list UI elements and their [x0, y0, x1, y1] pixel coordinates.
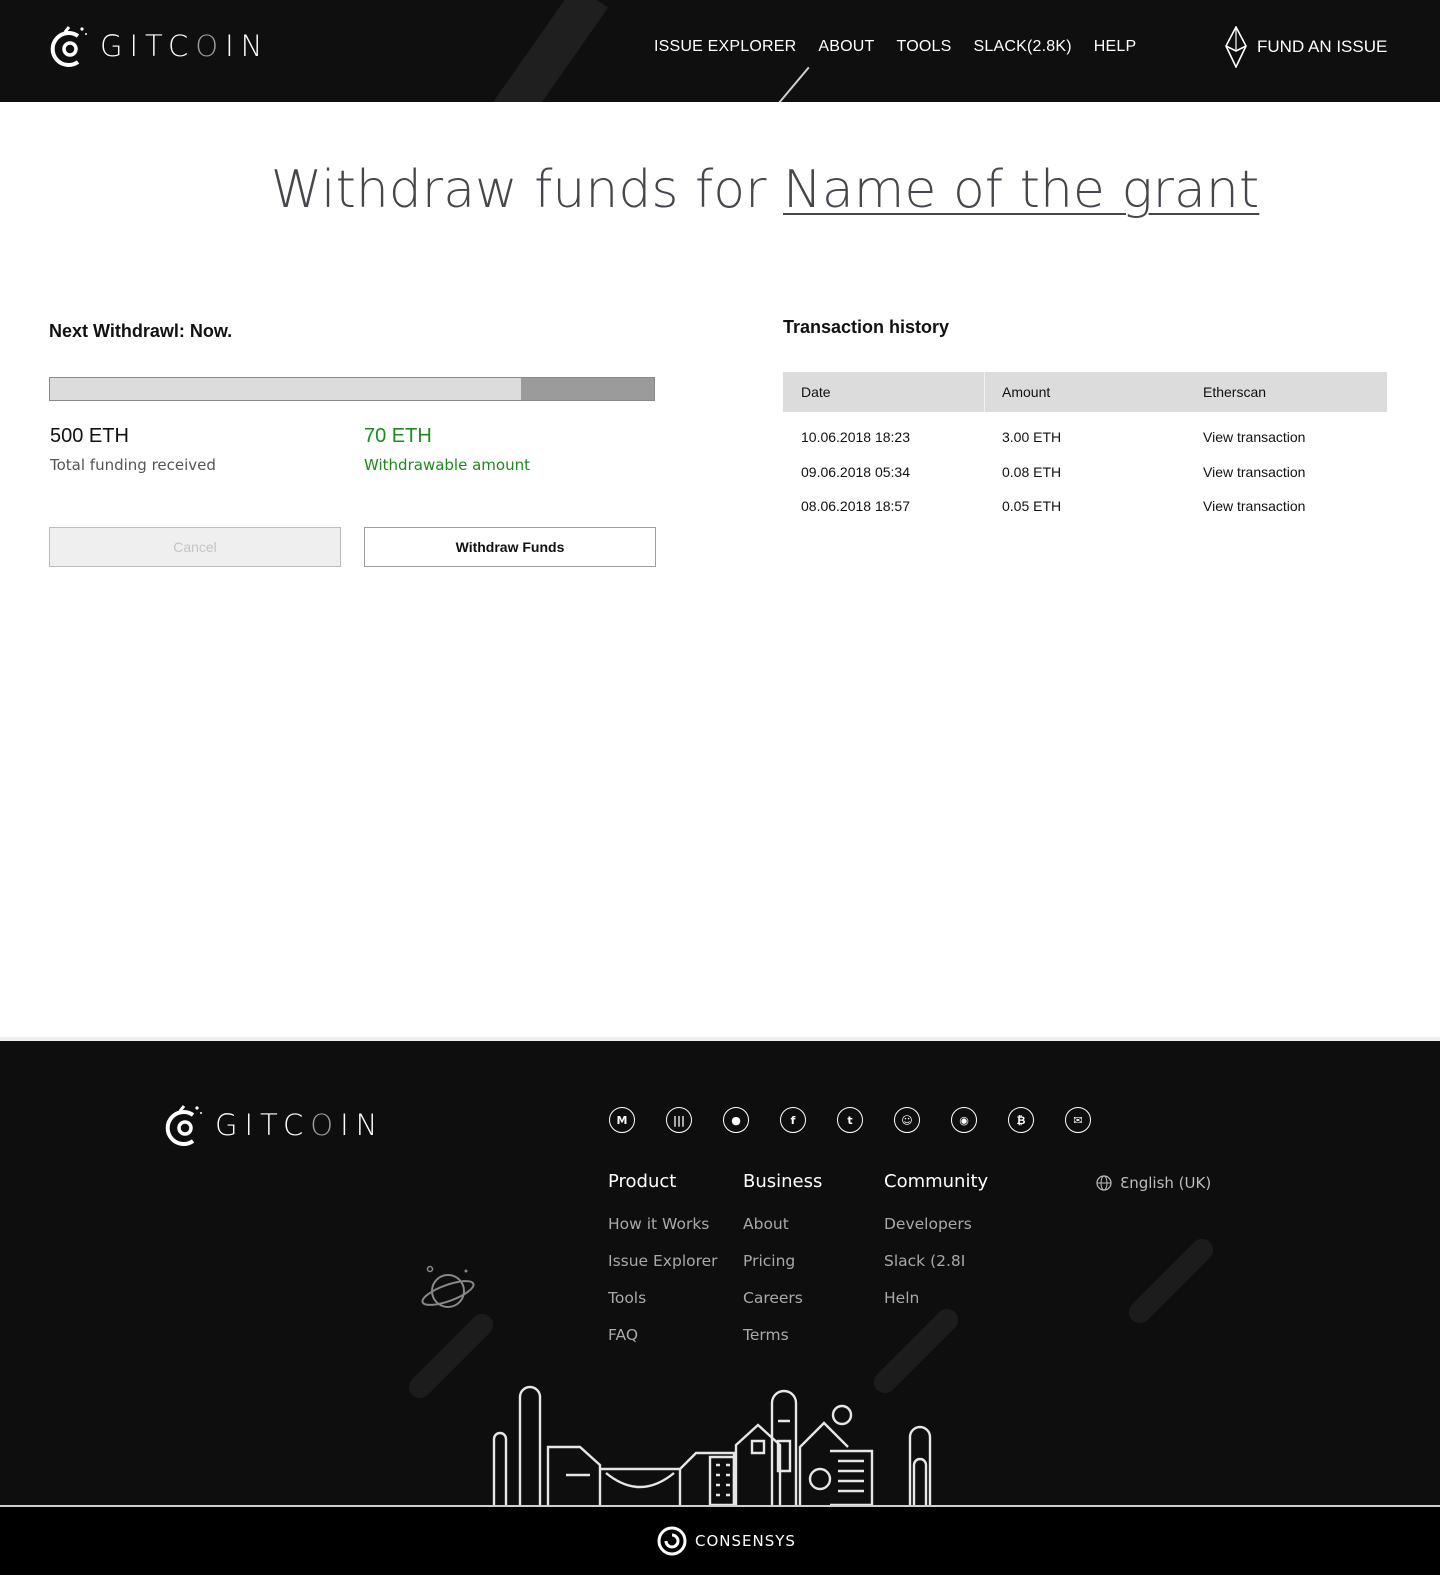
column-header-date: Date: [801, 384, 831, 400]
email-icon[interactable]: ✉: [1065, 1107, 1091, 1133]
reddit-icon[interactable]: ☺: [894, 1107, 920, 1133]
table-row: 08.06.2018 18:57 0.05 ETH View transacti…: [783, 481, 1387, 516]
gitcoin-logo-icon: [50, 26, 87, 67]
footer-heading-product: Product: [608, 1171, 677, 1192]
fund-an-issue-link[interactable]: FUND AN ISSUE: [1257, 37, 1387, 57]
nav-issue-explorer[interactable]: ISSUE EXPLORER: [654, 38, 796, 56]
page-title: Withdraw funds for Name of the grant: [0, 160, 1440, 220]
total-funding-stat: 500 ETH Total funding received: [50, 425, 216, 474]
medium-icon[interactable]: M: [609, 1107, 635, 1133]
footer-link-slack[interactable]: Slack (2.8I: [884, 1243, 988, 1280]
footer-heading-business: Business: [743, 1171, 823, 1192]
consensys-logo[interactable]: CONSENSYS: [657, 1526, 796, 1556]
table-row: 10.06.2018 18:23 3.00 ETH View transacti…: [783, 412, 1387, 447]
table-row: 09.06.2018 05:34 0.08 ETH View transacti…: [783, 447, 1387, 482]
footer-heading-community: Community: [884, 1171, 989, 1192]
logo-wordmark: GITCOIN: [215, 1108, 385, 1142]
ethereum-icon: [1225, 26, 1247, 68]
view-transaction-link[interactable]: View transaction: [1203, 429, 1305, 445]
withdrawable-label: Withdrawable amount: [364, 456, 530, 474]
footer-link-tools[interactable]: Tools: [608, 1280, 718, 1317]
page-title-prefix: Withdraw funds for: [270, 160, 767, 220]
decor-stripe: [404, 1309, 498, 1403]
github-icon[interactable]: ●: [723, 1107, 749, 1133]
logo-wordmark: GITCOIN: [100, 29, 270, 63]
nav-about[interactable]: ABOUT: [818, 38, 874, 56]
language-selector[interactable]: Ɛnglish (UK): [1096, 1174, 1211, 1192]
row-amount: 0.05 ETH: [1002, 498, 1062, 514]
row-amount: 0.08 ETH: [1002, 463, 1062, 480]
table-header: Date Amount Etherscan: [783, 372, 1387, 412]
footer-link-issue-explorer[interactable]: Issue Explorer: [608, 1243, 718, 1280]
gitcoin-logo[interactable]: GITCOIN: [48, 24, 269, 68]
view-transaction-link[interactable]: View transaction: [1203, 464, 1305, 480]
transaction-history-title: Transaction history: [783, 317, 950, 337]
twitter-icon[interactable]: t: [837, 1107, 863, 1133]
header-divider: [984, 372, 985, 412]
nav-tools[interactable]: TOOLS: [897, 38, 952, 56]
gitter-icon[interactable]: |||: [666, 1107, 692, 1133]
top-navbar: GITCOIN ISSUE EXPLORER ABOUT TOOLS SLACK…: [0, 0, 1440, 102]
social-links: M ||| ● f t ☺ ◉ ₿ ✉: [609, 1107, 1091, 1133]
view-transaction-link[interactable]: View transaction: [1203, 498, 1305, 514]
footer-link-terms[interactable]: Terms: [743, 1317, 822, 1354]
decor-slash: [778, 66, 810, 102]
withdrawable-progress-bar: [49, 377, 655, 401]
footer-link-pricing[interactable]: Pricing: [743, 1243, 822, 1280]
fund-an-issue[interactable]: FUND AN ISSUE: [1225, 26, 1387, 68]
footer-link-faq[interactable]: FAQ: [608, 1317, 718, 1354]
decor-stripe: [1124, 1234, 1218, 1328]
transaction-table: Date Amount Etherscan 10.06.2018 18:23 3…: [783, 372, 1387, 516]
city-skyline-illustration-icon: [492, 1385, 932, 1507]
withdraw-funds-button[interactable]: Withdraw Funds: [364, 527, 656, 567]
footer-column-community: Community Developers Slack (2.8I Heln: [884, 1171, 988, 1317]
grant-name-link[interactable]: Name of the grant: [783, 160, 1259, 220]
nav-help[interactable]: HELP: [1094, 38, 1137, 56]
footer-column-business: Business About Pricing Careers Terms: [743, 1171, 822, 1354]
footer-gitcoin-logo[interactable]: GITCOIN: [163, 1103, 384, 1147]
row-date: 10.06.2018 18:23: [801, 429, 910, 445]
facebook-icon[interactable]: f: [780, 1107, 806, 1133]
gitcoin-logo-icon: [165, 1105, 202, 1146]
main-nav: ISSUE EXPLORER ABOUT TOOLS SLACK(2.8K) H…: [654, 38, 1136, 56]
footer-link-how-it-works[interactable]: How it Works: [608, 1206, 718, 1243]
footer-column-product: Product How it Works Issue Explorer Tool…: [608, 1171, 718, 1354]
total-funding-label: Total funding received: [50, 456, 216, 474]
cancel-button[interactable]: Cancel: [49, 527, 341, 567]
planet-illustration-icon: [421, 1265, 475, 1308]
decor-stripe: [471, 0, 609, 102]
column-header-etherscan: Etherscan: [1203, 384, 1267, 400]
consensys-icon: [657, 1526, 687, 1556]
column-header-amount: Amount: [1002, 384, 1051, 400]
footer: GITCOIN M ||| ● f t ☺ ◉ ₿ ✉ Product How …: [0, 1041, 1440, 1507]
withdrawable-stat: 70 ETH Withdrawable amount: [364, 425, 530, 474]
consensys-wordmark: CONSENSYS: [695, 1532, 796, 1550]
language-label: Ɛnglish (UK): [1120, 1174, 1212, 1192]
globe-icon: [1096, 1175, 1112, 1191]
footer-link-careers[interactable]: Careers: [743, 1280, 822, 1317]
discord-icon[interactable]: ◉: [951, 1107, 977, 1133]
footer-link-about[interactable]: About: [743, 1206, 822, 1243]
bitcoin-icon[interactable]: ₿: [1008, 1107, 1034, 1133]
row-date: 09.06.2018 05:34: [801, 463, 910, 480]
next-withdrawal-label: Next Withdrawl: Now.: [49, 321, 233, 341]
nav-slack[interactable]: SLACK(2.8K): [973, 38, 1071, 56]
row-date: 08.06.2018 18:57: [801, 498, 910, 514]
withdrawable-progress-fill: [520, 378, 654, 400]
row-amount: 3.00 ETH: [1002, 429, 1062, 445]
total-funding-value: 500 ETH: [50, 425, 129, 447]
withdrawable-value: 70 ETH: [364, 425, 432, 447]
footer-link-help[interactable]: Heln: [884, 1280, 988, 1317]
footer-link-developers[interactable]: Developers: [884, 1206, 988, 1243]
